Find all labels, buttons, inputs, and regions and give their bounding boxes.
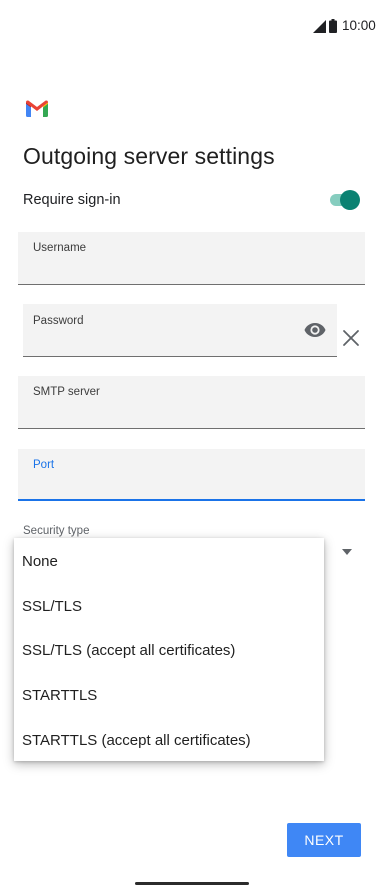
menu-item-ssl-tls-accept-all[interactable]: SSL/TLS (accept all certificates)	[22, 642, 235, 659]
port-field[interactable]: Port	[18, 449, 365, 501]
username-field[interactable]: Username	[18, 232, 365, 285]
port-label: Port	[33, 459, 55, 471]
close-icon[interactable]	[342, 329, 360, 347]
dropdown-arrow-icon[interactable]	[342, 549, 352, 555]
password-field[interactable]: Password	[23, 304, 337, 357]
require-signin-label: Require sign-in	[23, 192, 121, 208]
password-label: Password	[33, 315, 84, 327]
page-title: Outgoing server settings	[23, 143, 275, 169]
require-signin-toggle[interactable]	[328, 190, 360, 210]
smtp-server-label: SMTP server	[33, 386, 100, 398]
gmail-logo	[26, 100, 48, 117]
status-bar: 10:00	[0, 0, 384, 54]
signal-icon	[313, 20, 326, 33]
security-type-menu: None SSL/TLS SSL/TLS (accept all certifi…	[14, 538, 324, 761]
gesture-navigation-handle[interactable]	[135, 882, 249, 885]
menu-item-starttls[interactable]: STARTTLS	[22, 687, 97, 704]
security-type-label: Security type	[23, 525, 90, 537]
username-label: Username	[33, 242, 87, 254]
menu-item-none[interactable]: None	[22, 553, 58, 570]
menu-item-starttls-accept-all[interactable]: STARTTLS (accept all certificates)	[22, 732, 251, 749]
menu-item-ssl-tls[interactable]: SSL/TLS	[22, 598, 82, 615]
battery-icon	[329, 19, 337, 33]
clock: 10:00	[342, 18, 376, 33]
toggle-thumb	[340, 190, 360, 210]
smtp-server-field[interactable]: SMTP server	[18, 376, 365, 429]
next-button[interactable]: NEXT	[287, 823, 361, 857]
eye-icon[interactable]	[304, 322, 326, 338]
